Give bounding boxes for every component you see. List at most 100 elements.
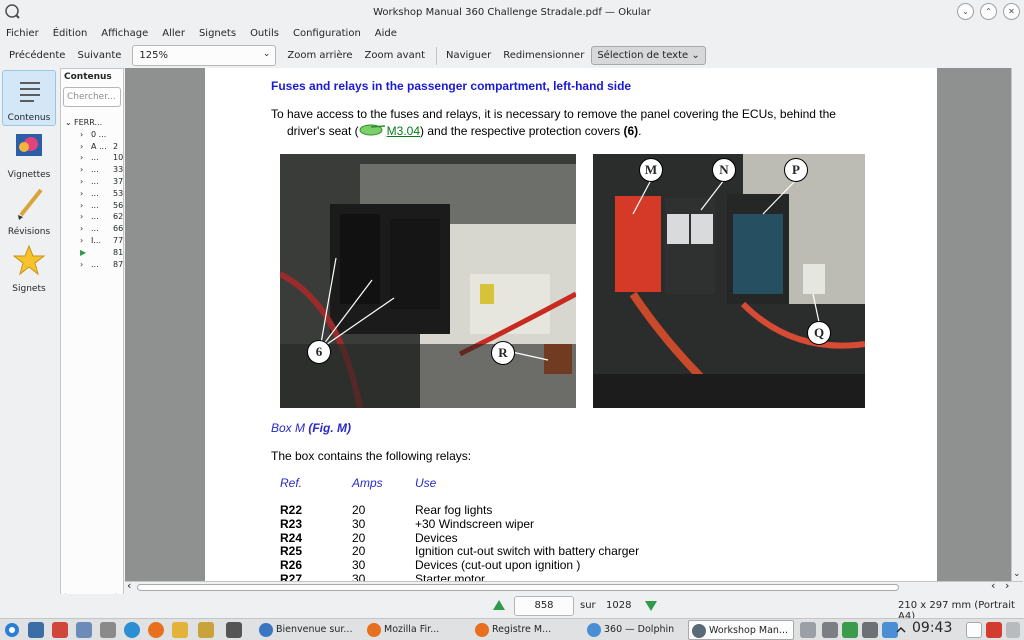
main-toolbar: Précédente Suivante 125% ⌄ Zoom arrière …: [0, 43, 1024, 68]
taskbar-task[interactable]: Mozilla Fir...: [364, 620, 468, 640]
chevron-right-icon[interactable]: ›: [1005, 579, 1009, 592]
sidebar-item-thumbnails[interactable]: Vignettes: [2, 128, 56, 184]
menu-edition[interactable]: Édition: [53, 28, 88, 39]
device-notifier-icon[interactable]: [822, 622, 838, 638]
scrollbar-thumb[interactable]: [137, 584, 899, 591]
resize-tool-button[interactable]: Redimensionner: [498, 47, 589, 64]
toc-item[interactable]: ›... 56: [61, 200, 123, 212]
relay-use: Ignition cut-out switch with battery cha…: [415, 544, 640, 559]
panel-settings-icon[interactable]: [1006, 622, 1020, 638]
relay-ref: R26: [280, 558, 303, 573]
toc-item[interactable]: › A ... 2: [61, 141, 123, 153]
minimize-button[interactable]: ⌄: [957, 3, 974, 20]
relay-use: Starter motor: [415, 572, 486, 581]
clipboard-icon[interactable]: [800, 622, 816, 638]
browser-icon: [259, 623, 273, 637]
desktop-icon[interactable]: [28, 622, 44, 638]
toc-item[interactable]: ›... 10: [61, 152, 123, 164]
previous-page-button[interactable]: Précédente: [4, 47, 70, 64]
toc-item[interactable]: › I... 77: [61, 235, 123, 247]
previous-page-arrow-icon[interactable]: [492, 599, 506, 611]
toc-item-label: ...: [91, 200, 99, 210]
menu-affichage[interactable]: Affichage: [101, 28, 148, 39]
toc-item[interactable]: ▶ 81: [61, 247, 123, 259]
sidebar-item-bookmarks[interactable]: Signets: [2, 242, 56, 298]
taskbar-task[interactable]: Bienvenue sur...: [256, 620, 360, 640]
toc-item-page: 10: [113, 153, 124, 163]
text-selection-tool-button[interactable]: Sélection de texte ⌄: [591, 46, 706, 65]
intro-line-1: To have access to the fuses and relays, …: [271, 107, 836, 121]
toc-search-input[interactable]: Chercher...: [63, 87, 121, 107]
chevron-right-icon: ›: [80, 212, 84, 222]
toc-item-label: ...: [91, 165, 99, 175]
menu-signets[interactable]: Signets: [199, 28, 236, 39]
menubar: Fichier Édition Affichage Aller Signets …: [0, 24, 1024, 42]
chevron-right-icon: ›: [80, 188, 84, 198]
maximize-button[interactable]: ⌃: [980, 3, 997, 20]
horizontal-scrollbar[interactable]: ‹ ‹ ›: [125, 579, 1023, 593]
toc-item[interactable]: ›... 53: [61, 188, 123, 200]
menu-fichier[interactable]: Fichier: [6, 28, 39, 39]
chevron-left-icon[interactable]: ‹: [127, 579, 131, 592]
clock[interactable]: 09:43: [912, 620, 952, 636]
page-navigation-bar: 858 sur 1028 210 x 297 mm (Portrait A4): [0, 594, 1024, 622]
zoom-in-button[interactable]: Zoom avant: [360, 47, 430, 64]
taskbar-task[interactable]: Registre M...: [472, 620, 578, 640]
sidebar-item-reviews[interactable]: Révisions: [2, 185, 56, 241]
updates-icon[interactable]: [842, 622, 858, 638]
application-launcher-icon[interactable]: [4, 622, 20, 638]
system-monitor-icon[interactable]: [52, 622, 68, 638]
box-name: Box M: [271, 421, 306, 435]
chevron-up-icon[interactable]: [896, 625, 906, 635]
toc-item-label: ...: [91, 153, 99, 163]
toc-item[interactable]: ›... 37: [61, 176, 123, 188]
firefox-icon[interactable]: [148, 622, 164, 638]
toc-item-page: 2: [113, 141, 119, 151]
chevron-down-icon[interactable]: ⌄: [1013, 569, 1021, 579]
volume-icon[interactable]: [862, 622, 878, 638]
menu-aller[interactable]: Aller: [162, 28, 185, 39]
toc-item-page: 81: [113, 247, 124, 257]
close-button[interactable]: ✕: [1003, 3, 1020, 20]
menu-aide[interactable]: Aide: [375, 28, 397, 39]
okular-app-icon[interactable]: [4, 3, 20, 19]
web-browser-icon[interactable]: [124, 622, 140, 638]
relay-amps: 20: [352, 544, 366, 559]
menu-outils[interactable]: Outils: [250, 28, 279, 39]
toc-item-label: A ...: [91, 141, 107, 151]
toc-item[interactable]: ›... 87: [61, 259, 123, 271]
settings-icon[interactable]: [100, 622, 116, 638]
document-viewport[interactable]: Fuses and relays in the passenger compar…: [125, 68, 1023, 581]
toc-root-item[interactable]: ⌄ FERR...: [61, 117, 123, 129]
terminal-icon[interactable]: [226, 622, 242, 638]
chevron-left-icon[interactable]: ‹: [991, 579, 995, 592]
toc-item[interactable]: ›... 33: [61, 164, 123, 176]
zoom-out-button[interactable]: Zoom arrière: [282, 47, 357, 64]
vertical-scrollbar[interactable]: ⌄: [1011, 68, 1023, 581]
current-page-input[interactable]: 858: [514, 596, 574, 616]
manual-reference-link[interactable]: M3.04: [387, 124, 420, 138]
toc-item-page: 77: [113, 235, 124, 245]
next-page-button[interactable]: Suivante: [72, 47, 126, 64]
text-editor-icon[interactable]: [76, 622, 92, 638]
toc-item[interactable]: ›... 66: [61, 223, 123, 235]
power-icon[interactable]: [986, 622, 1002, 638]
menu-configuration[interactable]: Configuration: [293, 28, 361, 39]
relay-use: Rear fog lights: [415, 503, 493, 517]
show-desktop-icon[interactable]: [966, 622, 982, 638]
taskbar-task[interactable]: 360 — Dolphin: [584, 620, 684, 640]
taskbar-task[interactable]: Workshop Man...: [688, 620, 794, 640]
next-page-arrow-icon[interactable]: [644, 600, 658, 612]
zoom-select[interactable]: 125% ⌄: [132, 45, 277, 66]
browse-tool-button[interactable]: Naviguer: [441, 47, 496, 64]
toc-item[interactable]: › 0 ...: [61, 129, 123, 141]
intro-line-2: driver's seat (M3.04) and the respective…: [271, 123, 871, 140]
chevron-down-icon: ⌄: [691, 50, 700, 61]
tools-icon[interactable]: [198, 622, 214, 638]
toc-item[interactable]: ›... 62: [61, 211, 123, 223]
relay-amps: 30: [352, 558, 366, 573]
folder-icon[interactable]: [172, 622, 188, 638]
toc-item-label: ...: [91, 188, 99, 198]
figure-callout-q: Q: [807, 321, 831, 345]
sidebar-item-contents[interactable]: Contenus: [2, 70, 56, 126]
